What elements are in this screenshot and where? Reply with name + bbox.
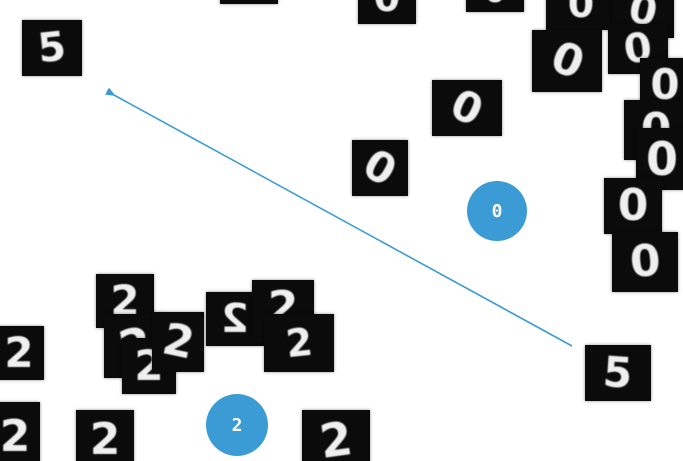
digit-0-sample[interactable]: 0 bbox=[352, 140, 408, 196]
digit-5-sample-source[interactable]: 5 bbox=[22, 20, 82, 76]
digit-0-sample[interactable]: 0 bbox=[220, 0, 278, 4]
digit-0-sample[interactable]: 0 bbox=[358, 0, 416, 24]
digit-0-sample[interactable]: 0 bbox=[546, 0, 616, 30]
digit-0-sample[interactable]: 0 bbox=[604, 178, 662, 234]
cluster-label: 2 bbox=[231, 414, 243, 436]
cluster-label: 0 bbox=[491, 200, 503, 222]
digit-2-sample[interactable]: 2 bbox=[152, 312, 204, 372]
digit-2-sample[interactable]: 2 bbox=[0, 326, 44, 380]
embedding-canvas: 5 5 0 0 0 0 0 0 0 0 0 0 0 0 0 0 2 2 2 2 … bbox=[0, 0, 683, 461]
digit-2-sample[interactable]: 2 bbox=[76, 410, 134, 461]
digit-2-sample[interactable]: 2 bbox=[302, 410, 370, 461]
digit-2-sample[interactable]: 2 bbox=[264, 314, 334, 372]
digit-5-sample-target[interactable]: 5 bbox=[585, 345, 651, 401]
digit-0-sample[interactable]: 0 bbox=[532, 30, 602, 92]
digit-0-sample[interactable]: 0 bbox=[612, 232, 678, 292]
digit-0-sample[interactable]: 0 bbox=[432, 80, 502, 136]
digit-2-sample[interactable]: 2 bbox=[0, 402, 40, 461]
digit-0-sample[interactable]: 0 bbox=[466, 0, 524, 12]
cluster-badge-2[interactable]: 2 bbox=[206, 394, 268, 456]
cluster-badge-0[interactable]: 0 bbox=[467, 181, 527, 241]
